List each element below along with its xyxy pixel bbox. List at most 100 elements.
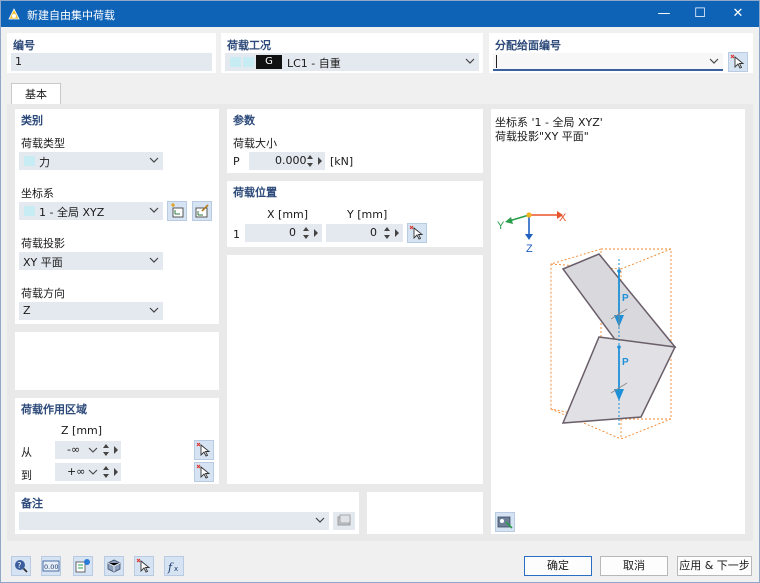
formula-button[interactable]: fx bbox=[164, 556, 184, 576]
p-input[interactable]: 0.000 bbox=[249, 152, 325, 170]
pick-cursor-icon bbox=[196, 442, 211, 457]
window-title: 新建自由集中荷载 bbox=[27, 9, 115, 22]
spinner-icon[interactable] bbox=[383, 224, 391, 242]
units-icon: 0.00 bbox=[42, 560, 60, 572]
select-objects-button[interactable] bbox=[134, 556, 154, 576]
projection-label: 荷载投影 bbox=[21, 237, 65, 250]
id-field[interactable]: 1 bbox=[11, 53, 212, 71]
load-preview-diagram: X Y Z P P bbox=[497, 211, 677, 439]
select-cursor-icon bbox=[136, 558, 151, 573]
chevron-down-icon bbox=[465, 58, 475, 64]
step-arrow-icon[interactable] bbox=[312, 224, 320, 242]
load-type-select[interactable]: 力 bbox=[19, 152, 163, 170]
spinner-icon[interactable] bbox=[302, 224, 310, 242]
pick-cursor-icon bbox=[196, 464, 211, 479]
step-arrow-icon[interactable] bbox=[393, 224, 401, 242]
empty-panel bbox=[15, 332, 219, 390]
formula-icon: fx bbox=[167, 561, 178, 574]
library-icon bbox=[337, 514, 351, 526]
x-input[interactable]: 0 bbox=[245, 224, 322, 242]
app-icon bbox=[8, 8, 20, 20]
p-unit: [kN] bbox=[330, 155, 354, 168]
pick-position-button[interactable] bbox=[407, 223, 427, 243]
info-button[interactable] bbox=[73, 556, 93, 576]
apply-next-button[interactable]: 应用 & 下一步 bbox=[677, 556, 752, 576]
category-panel: 类别 荷载类型 力 坐标系 1 - 全局 XYZ 荷载投影 XY 平面 荷载方向… bbox=[15, 109, 219, 324]
category-title: 类别 bbox=[21, 114, 43, 127]
new-coord-icon bbox=[171, 203, 184, 218]
chevron-down-icon bbox=[88, 447, 98, 453]
svg-text:x: x bbox=[174, 565, 178, 573]
close-button[interactable]: ✕ bbox=[720, 1, 756, 27]
direction-select[interactable]: Z bbox=[19, 302, 163, 320]
spacer-panel bbox=[367, 492, 483, 534]
dialog-window: 新建自由集中荷载 — ☐ ✕ 编号 1 荷载工况 G LC1 - 自重 分配给面… bbox=[0, 0, 760, 583]
id-value: 1 bbox=[15, 55, 22, 68]
help-button[interactable]: ? bbox=[11, 556, 31, 576]
blank-panel bbox=[227, 255, 483, 484]
comment-label: 备注 bbox=[21, 497, 43, 510]
y-header: Y [mm] bbox=[347, 208, 388, 221]
load-type-label: 荷载类型 bbox=[21, 137, 65, 150]
pick-cursor-icon bbox=[730, 54, 745, 69]
tab-basic[interactable]: 基本 bbox=[11, 83, 61, 105]
coord-label: 坐标系 bbox=[21, 187, 54, 200]
from-input[interactable]: -∞ bbox=[55, 441, 121, 459]
step-arrow-icon[interactable] bbox=[316, 152, 324, 170]
chevron-down-icon bbox=[709, 58, 719, 64]
axis-x-label: X bbox=[559, 212, 567, 224]
coord-value: 1 - 全局 XYZ bbox=[39, 206, 105, 219]
preview-projection-text: 荷载投影"XY 平面" bbox=[495, 130, 589, 143]
step-arrow-icon[interactable] bbox=[112, 463, 120, 481]
load-label-lower: P bbox=[622, 357, 629, 368]
pick-cursor-icon bbox=[409, 225, 424, 240]
color-swatch bbox=[24, 206, 35, 216]
comment-input[interactable] bbox=[19, 512, 329, 530]
new-coord-button[interactable] bbox=[167, 201, 187, 221]
ok-button[interactable]: 确定 bbox=[524, 556, 592, 576]
loadcase-select[interactable]: G LC1 - 自重 bbox=[225, 53, 479, 71]
color-swatch bbox=[243, 57, 254, 67]
coord-select[interactable]: 1 - 全局 XYZ bbox=[19, 202, 163, 220]
spinner-icon[interactable] bbox=[306, 152, 314, 170]
position-title: 荷载位置 bbox=[233, 186, 277, 199]
to-input[interactable]: +∞ bbox=[55, 463, 121, 481]
from-value: -∞ bbox=[67, 443, 81, 456]
loadcase-tag: G bbox=[256, 55, 282, 69]
to-value: +∞ bbox=[67, 465, 86, 478]
preview-panel: 坐标系 '1 - 全局 XYZ' 荷载投影"XY 平面" X Y Z P P bbox=[491, 109, 745, 534]
p-symbol: P bbox=[233, 155, 240, 168]
parameters-title: 参数 bbox=[233, 114, 255, 127]
view-button[interactable] bbox=[104, 556, 124, 576]
comment-panel: 备注 bbox=[15, 492, 359, 534]
tab-basic-label: 基本 bbox=[25, 88, 47, 101]
comment-library-button[interactable] bbox=[333, 512, 355, 530]
id-label: 编号 bbox=[13, 39, 35, 52]
view-options-button[interactable] bbox=[495, 512, 515, 532]
projection-value: XY 平面 bbox=[23, 256, 63, 269]
loadcase-value: LC1 - 自重 bbox=[287, 57, 341, 70]
direction-value: Z bbox=[23, 304, 31, 317]
assign-input[interactable] bbox=[493, 53, 723, 71]
pick-to-button[interactable] bbox=[194, 462, 214, 482]
spinner-icon[interactable] bbox=[102, 441, 110, 459]
spinner-icon[interactable] bbox=[102, 463, 110, 481]
edit-coord-button[interactable] bbox=[192, 201, 212, 221]
region-title: 荷载作用区域 bbox=[21, 403, 87, 416]
pick-surface-button[interactable] bbox=[728, 52, 748, 72]
title-bar[interactable]: 新建自由集中荷载 — ☐ ✕ bbox=[1, 1, 759, 27]
pick-from-button[interactable] bbox=[194, 440, 214, 460]
p-value: 0.000 bbox=[275, 154, 307, 167]
loadcase-label: 荷载工况 bbox=[227, 39, 271, 52]
axis-z-label: Z bbox=[526, 243, 533, 255]
assign-panel: 分配给面编号 bbox=[489, 33, 753, 73]
cancel-button[interactable]: 取消 bbox=[600, 556, 668, 576]
minimize-button[interactable]: — bbox=[646, 1, 682, 27]
x-header: X [mm] bbox=[267, 208, 309, 221]
maximize-button[interactable]: ☐ bbox=[682, 1, 718, 27]
units-button[interactable]: 0.00 bbox=[41, 556, 61, 576]
chevron-down-icon bbox=[149, 307, 159, 313]
y-input[interactable]: 0 bbox=[326, 224, 403, 242]
projection-select[interactable]: XY 平面 bbox=[19, 252, 163, 270]
step-arrow-icon[interactable] bbox=[112, 441, 120, 459]
